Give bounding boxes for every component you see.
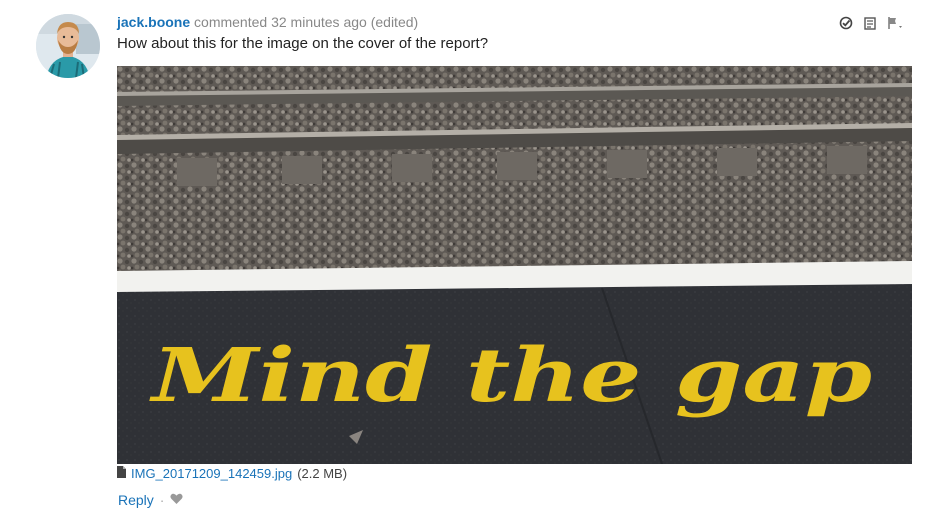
comment-header: jack.boone commented 32 minutes ago (edi… — [117, 13, 418, 31]
flag-icon[interactable] — [887, 16, 905, 30]
check-circle-icon[interactable] — [839, 16, 853, 30]
edited-label[interactable]: (edited) — [371, 14, 418, 30]
comment-time[interactable]: 32 minutes ago — [271, 14, 367, 30]
heart-icon[interactable] — [170, 491, 184, 509]
comment-actions — [839, 16, 905, 30]
attachment-image[interactable]: Mind the gap — [117, 66, 912, 464]
file-icon — [117, 466, 126, 482]
edit-icon[interactable] — [863, 16, 877, 30]
attachment-size: (2.2 MB) — [297, 466, 348, 481]
attachment-row: IMG_20171209_142459.jpg (2.2 MB) — [117, 466, 347, 482]
comment-body: How about this for the image on the cove… — [117, 35, 489, 52]
attachment-filename-link[interactable]: IMG_20171209_142459.jpg — [131, 466, 292, 482]
avatar-image — [36, 14, 100, 78]
painted-text: Mind the gap — [148, 333, 872, 419]
author-link[interactable]: jack.boone — [117, 14, 190, 30]
footer-separator: · — [159, 492, 165, 508]
avatar[interactable] — [36, 14, 100, 78]
comment-footer: Reply · — [118, 491, 184, 509]
comment-action: commented — [194, 14, 268, 30]
reply-link[interactable]: Reply — [118, 491, 154, 509]
